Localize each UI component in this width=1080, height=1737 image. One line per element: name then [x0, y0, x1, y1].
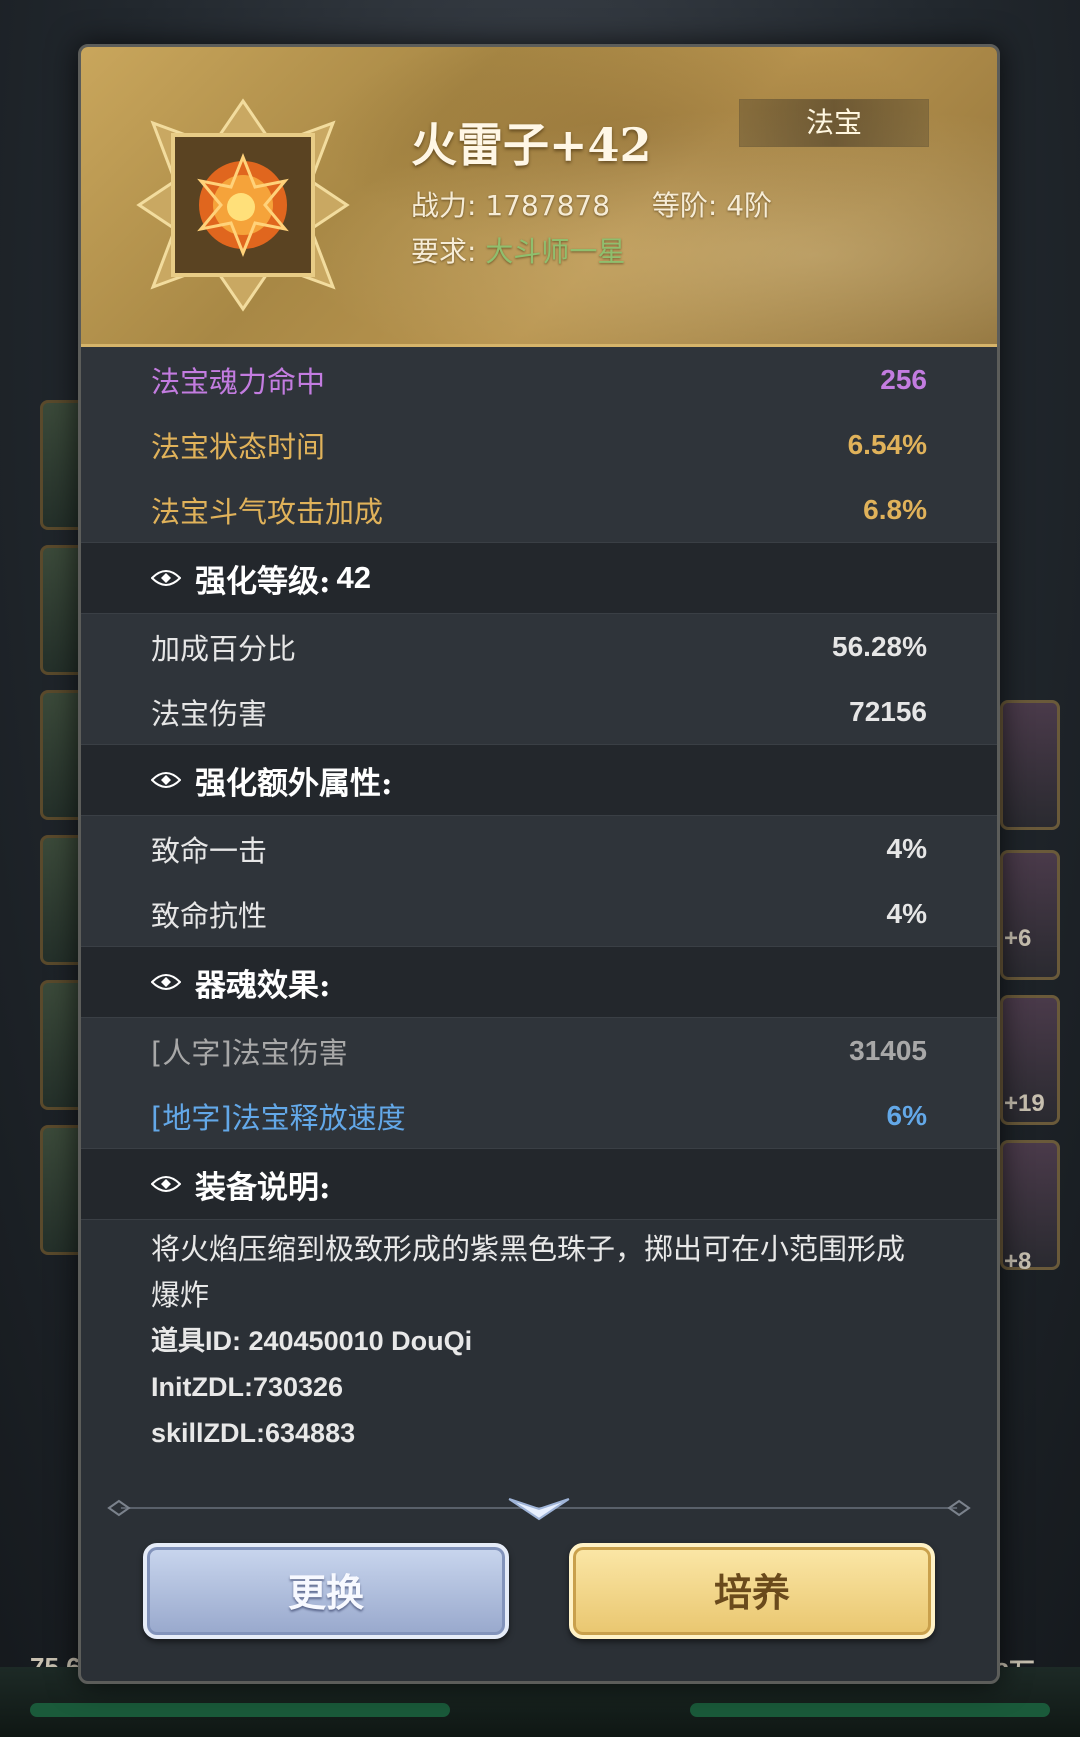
stat-label: [人字]法宝伤害 [151, 1035, 348, 1070]
rank-label: 等阶: [651, 189, 718, 222]
bg-right-badge: +8 [1004, 1248, 1032, 1275]
eye-icon [151, 570, 181, 586]
bg-right-badge: +6 [1004, 925, 1032, 952]
power-value: 1787878 [485, 189, 611, 222]
bg-progress-right [690, 1703, 1050, 1717]
stat-label: 法宝伤害 [151, 696, 268, 731]
enhance-stats: 加成百分比 56.28% 法宝伤害 72156 [81, 614, 997, 744]
stat-label: 加成百分比 [151, 631, 297, 666]
swap-button[interactable]: 更换 [143, 1543, 509, 1639]
item-id-line: 道具ID: 240450010 DouQi [151, 1326, 473, 1356]
stat-value: 256 [880, 363, 927, 395]
stat-row: 法宝魂力命中 256 [81, 347, 997, 412]
bg-progress-left [30, 1703, 450, 1717]
stat-label: [地字]法宝释放速度 [151, 1100, 406, 1135]
description-body: 将火焰压缩到极致形成的紫黑色珠子，掷出可在小范围形成爆炸 道具ID: 24045… [81, 1220, 997, 1456]
stat-label: 致命一击 [151, 833, 268, 868]
extra-header: 强化额外属性: [81, 744, 997, 816]
stat-row: 致命抗性 4% [81, 881, 997, 946]
stat-label: 法宝状态时间 [151, 429, 326, 464]
bg-right-badge: +19 [1004, 1090, 1045, 1117]
soul-stats: [人字]法宝伤害 31405 [地字]法宝释放速度 6% [81, 1018, 997, 1148]
stat-value: 4% [886, 832, 927, 864]
item-meta: 战力: 1787878 等阶: 4阶 要求: 大斗师一星 [411, 183, 772, 275]
item-detail-panel: 火雷子+42 法宝 战力: 1787878 等阶: 4阶 要求: 大斗师一星 法… [78, 44, 1000, 1684]
skill-zdl: skillZDL:634883 [151, 1418, 356, 1448]
stat-value: 31405 [849, 1034, 927, 1066]
stat-row: 致命一击 4% [81, 816, 997, 881]
description-text: 将火焰压缩到极致形成的紫黑色珠子，掷出可在小范围形成爆炸 [151, 1232, 906, 1312]
stat-row: 法宝斗气攻击加成 6.8% [81, 477, 997, 542]
stat-row: 法宝伤害 72156 [81, 679, 997, 744]
footer-divider [101, 1493, 977, 1523]
stat-value: 6.8% [863, 493, 927, 525]
stat-label: 法宝魂力命中 [151, 364, 326, 399]
requirement-value: 大斗师一星 [485, 235, 626, 268]
rank-value: 4阶 [726, 189, 773, 222]
bg-right-slot [1000, 700, 1060, 830]
bg-right-slot [1000, 850, 1060, 980]
stat-value: 6.54% [847, 428, 927, 460]
stat-row: 法宝状态时间 6.54% [81, 412, 997, 477]
enhance-header: 强化等级: 42 [81, 542, 997, 614]
eye-icon [151, 772, 181, 788]
item-name: 火雷子+42 [411, 118, 652, 172]
init-zdl: InitZDL:730326 [151, 1372, 344, 1402]
extra-stats: 致命一击 4% 致命抗性 4% [81, 816, 997, 946]
item-stats-body: 法宝魂力命中 256 法宝状态时间 6.54% 法宝斗气攻击加成 6.8% 强化… [81, 347, 997, 1456]
train-button[interactable]: 培养 [569, 1543, 935, 1639]
base-stats: 法宝魂力命中 256 法宝状态时间 6.54% 法宝斗气攻击加成 6.8% [81, 347, 997, 542]
item-type-badge: 法宝 [739, 99, 929, 147]
soul-header: 器魂效果: [81, 946, 997, 1018]
requirement-label: 要求: [411, 235, 477, 268]
stat-value: 4% [886, 897, 927, 929]
item-header: 火雷子+42 法宝 战力: 1787878 等阶: 4阶 要求: 大斗师一星 [81, 47, 997, 347]
stat-row: 加成百分比 56.28% [81, 614, 997, 679]
fire-orb-icon [136, 98, 350, 312]
power-label: 战力: [411, 189, 477, 222]
stat-value: 6% [886, 1099, 927, 1131]
description-header-label: 装备说明: [195, 1169, 331, 1206]
stat-label: 致命抗性 [151, 898, 268, 933]
enhance-header-label: 强化等级: [195, 563, 331, 600]
stat-value: 72156 [849, 695, 927, 727]
item-icon-frame[interactable] [133, 95, 353, 315]
eye-icon [151, 1176, 181, 1192]
eye-icon [151, 974, 181, 990]
extra-header-label: 强化额外属性: [195, 765, 393, 802]
description-header: 装备说明: [81, 1148, 997, 1220]
enhance-level: 42 [336, 560, 371, 595]
stat-row: [地字]法宝释放速度 6% [81, 1083, 997, 1148]
stat-row: [人字]法宝伤害 31405 [81, 1018, 997, 1083]
stat-label: 法宝斗气攻击加成 [151, 494, 384, 529]
soul-header-label: 器魂效果: [195, 967, 331, 1004]
divider-ornament [107, 1498, 971, 1521]
stat-value: 56.28% [832, 630, 927, 662]
